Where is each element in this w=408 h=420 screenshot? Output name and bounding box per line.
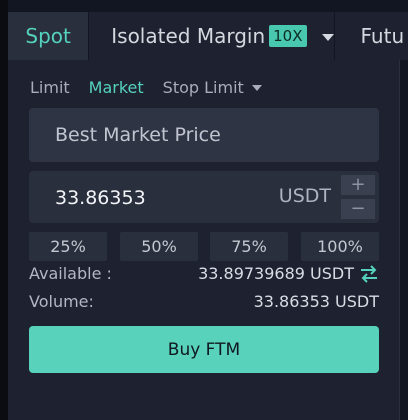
tab-isolated-margin[interactable]: Isolated Margin 10X xyxy=(88,12,335,60)
volume-row: Volume: 33.86353 USDT xyxy=(29,292,379,314)
tab-futures-label: Futu xyxy=(360,24,405,48)
order-type-market[interactable]: Market xyxy=(89,78,144,97)
price-field-label: Best Market Price xyxy=(55,124,221,146)
leverage-badge: 10X xyxy=(269,25,307,47)
trade-widget: Spot Isolated Margin 10X Futu Limit Mark… xyxy=(0,0,408,420)
amount-value: 33.86353 xyxy=(55,187,146,209)
chevron-down-icon xyxy=(321,33,334,41)
tab-futures[interactable]: Futu xyxy=(335,12,408,60)
buy-button[interactable]: Buy FTM xyxy=(29,326,379,373)
tab-spot-label: Spot xyxy=(25,24,71,48)
order-type-selector: Limit Market Stop Limit xyxy=(30,78,262,97)
decrement-button[interactable]: − xyxy=(341,199,375,219)
percent-button-75[interactable]: 75% xyxy=(210,232,288,261)
percent-button-50[interactable]: 50% xyxy=(120,232,198,261)
percent-button-25[interactable]: 25% xyxy=(29,232,107,261)
order-type-stop-limit[interactable]: Stop Limit xyxy=(163,78,262,97)
volume-value: 33.86353 USDT xyxy=(253,292,379,311)
price-field[interactable]: Best Market Price xyxy=(29,108,379,162)
available-label: Available : xyxy=(29,264,112,283)
amount-unit: USDT xyxy=(278,185,331,207)
available-value: 33.89739689 USDT xyxy=(198,264,354,283)
amount-stepper: + − xyxy=(341,175,375,219)
percentage-buttons: 25% 50% 75% 100% xyxy=(29,232,379,261)
trading-mode-tabs: Spot Isolated Margin 10X Futu xyxy=(8,12,408,60)
amount-field[interactable]: 33.86353 USDT + − xyxy=(29,171,379,223)
percent-button-100[interactable]: 100% xyxy=(301,232,379,261)
order-form: Limit Market Stop Limit Best Market Pric… xyxy=(8,60,400,420)
order-type-limit[interactable]: Limit xyxy=(30,78,70,97)
increment-button[interactable]: + xyxy=(341,175,375,195)
chevron-down-icon xyxy=(251,84,262,91)
available-row: Available : 33.89739689 USDT xyxy=(29,264,379,286)
order-type-stop-limit-label: Stop Limit xyxy=(162,78,244,97)
tab-isolated-margin-label: Isolated Margin xyxy=(111,24,266,48)
volume-label: Volume: xyxy=(29,292,94,311)
transfer-arrows-icon[interactable] xyxy=(359,265,379,283)
tab-spot[interactable]: Spot xyxy=(8,12,89,60)
buy-button-label: Buy FTM xyxy=(167,339,241,360)
